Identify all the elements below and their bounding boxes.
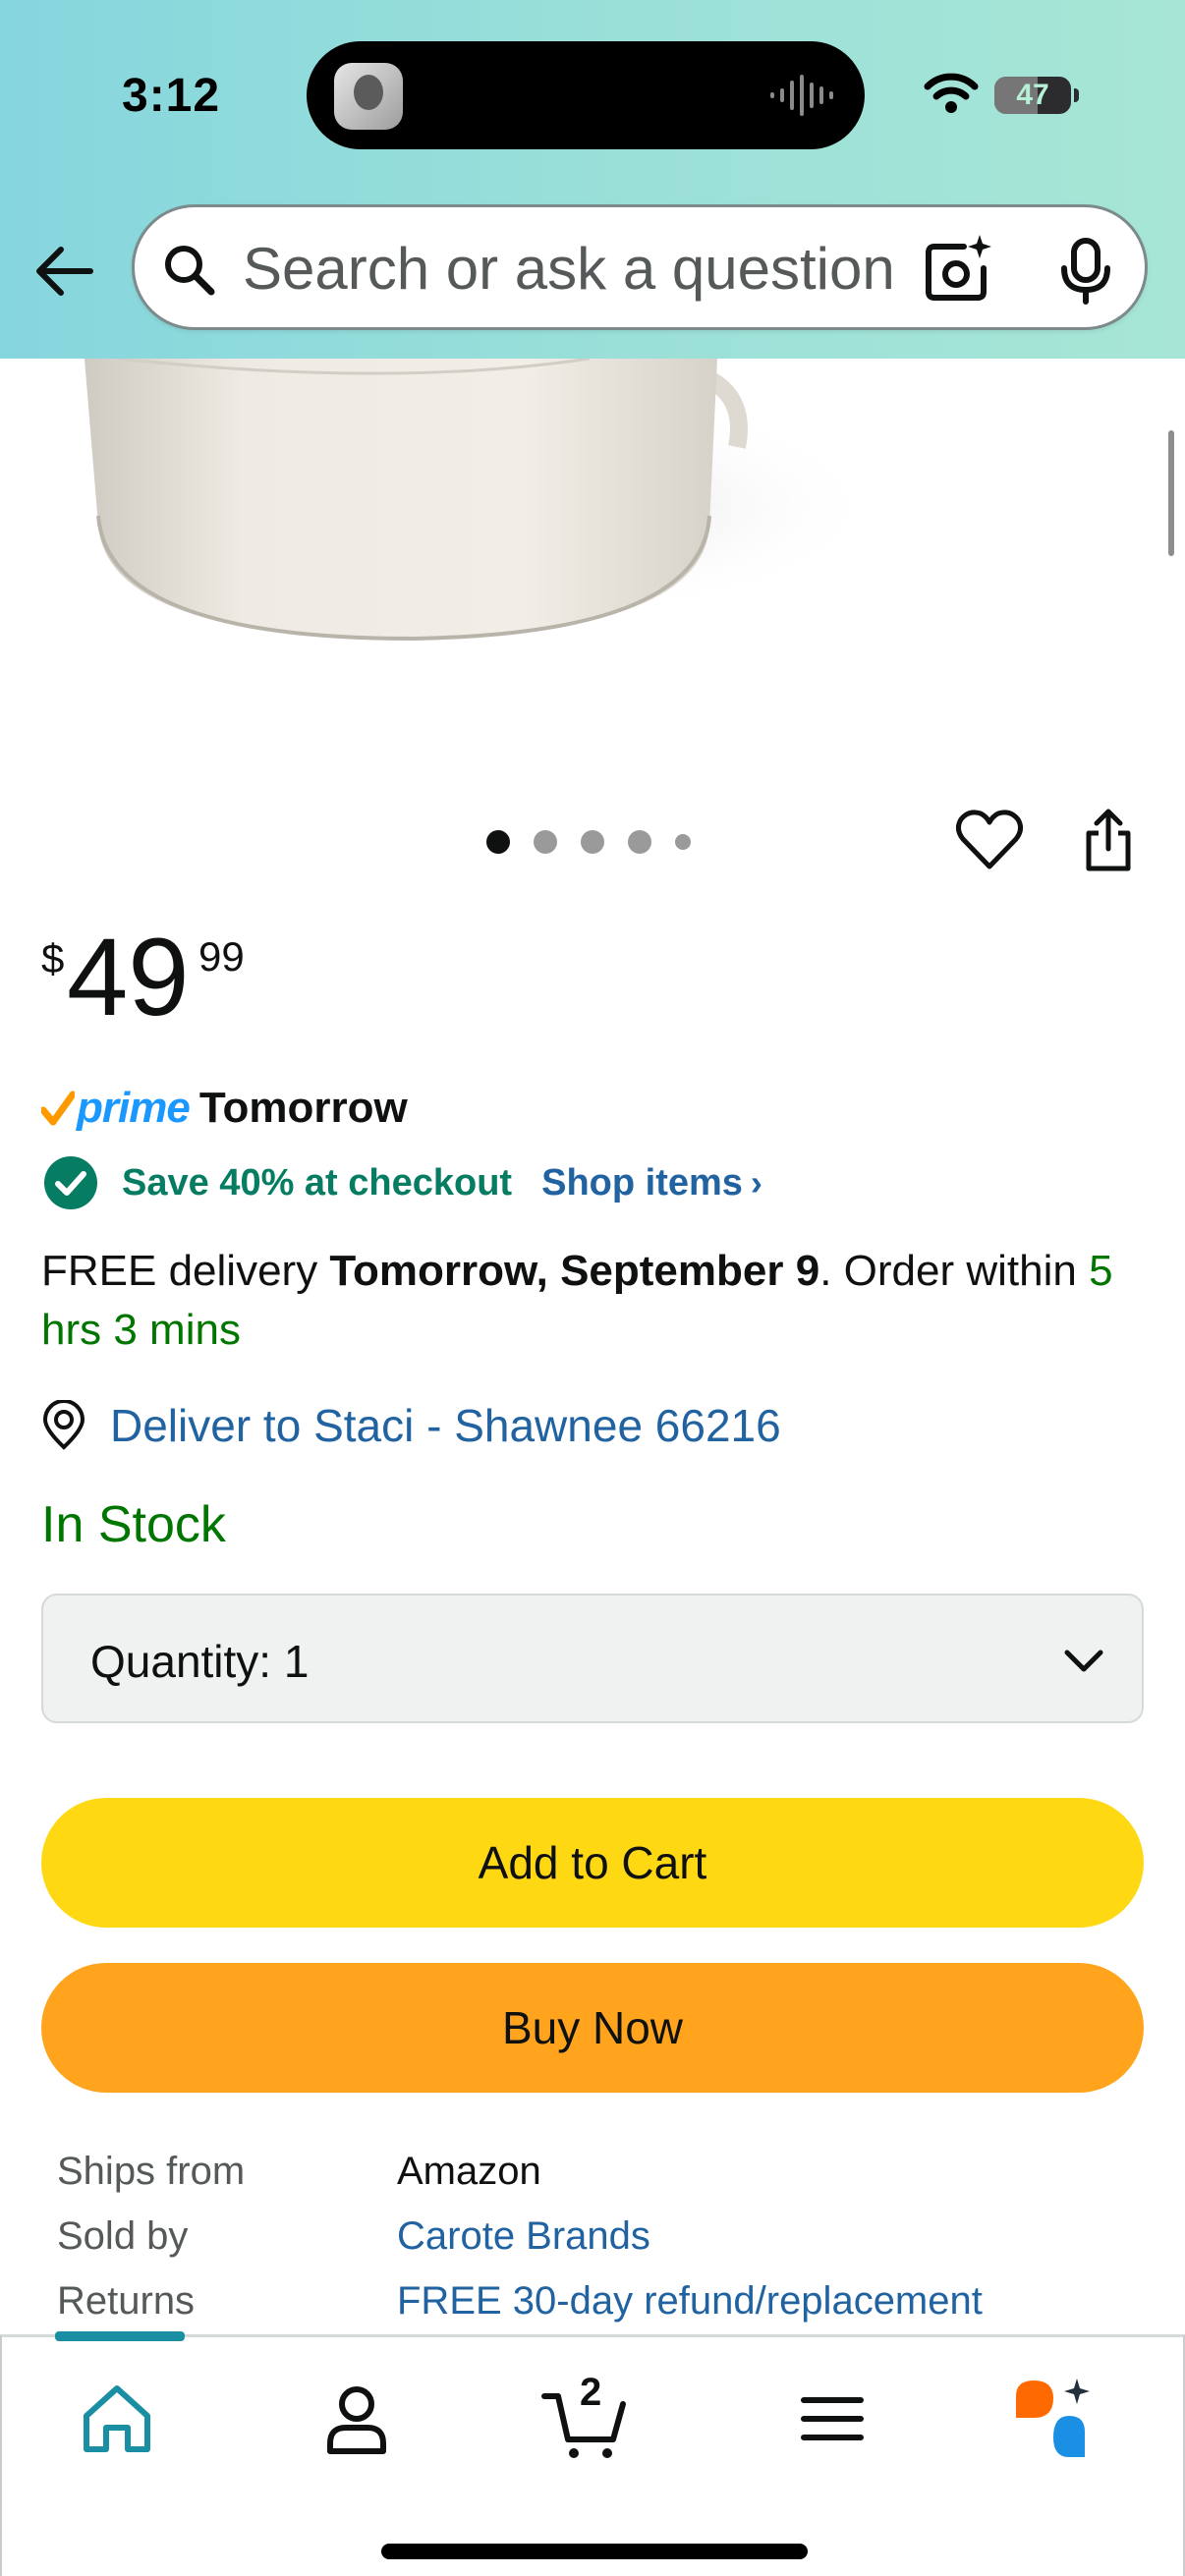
location-pin-icon (42, 1400, 85, 1450)
chevron-down-icon (1064, 1650, 1103, 1672)
share-icon[interactable] (1081, 808, 1136, 872)
deliver-to-link[interactable]: Deliver to Staci - Shawnee 66216 (41, 1393, 781, 1458)
scroll-indicator[interactable] (1168, 430, 1174, 556)
delivery-prefix: FREE delivery (41, 1247, 330, 1295)
pagination-dot[interactable] (534, 830, 557, 854)
camera-lens-icon[interactable] (921, 233, 995, 308)
profile-icon[interactable] (312, 2375, 401, 2463)
info-key: Sold by (57, 2214, 189, 2258)
heart-icon[interactable] (955, 808, 1024, 872)
dynamic-island[interactable] (307, 41, 865, 149)
pagination-dot[interactable] (628, 830, 651, 854)
quantity-value: Quantity: 1 (90, 1636, 310, 1687)
stock-status: In Stock (41, 1496, 226, 1553)
delivery-middle: . Order within (819, 1247, 1090, 1295)
cookware-pot-image (85, 359, 884, 642)
save-coupon-text: Save 40% at checkout (122, 1161, 513, 1204)
search-icon (165, 246, 215, 296)
shop-items-link[interactable]: Shop items (541, 1162, 743, 1204)
deliver-to-address[interactable]: Deliver to Staci - Shawnee 66216 (110, 1399, 781, 1452)
microphone-icon[interactable] (1054, 237, 1117, 306)
active-tab-indicator (55, 2331, 185, 2341)
info-value: Amazon (397, 2150, 541, 2193)
seller-link[interactable]: Carote Brands (397, 2214, 650, 2259)
pagination-dot[interactable] (581, 830, 604, 854)
pagination-dot[interactable] (675, 834, 691, 850)
app-header: 3:12 47 Search or ask a question (0, 0, 1185, 359)
price-whole: 49 (67, 916, 190, 1038)
search-bar[interactable]: Search or ask a question (132, 204, 1148, 330)
info-key: Returns (57, 2279, 196, 2323)
info-key: Ships from (57, 2150, 246, 2193)
rufus-ai-icon[interactable] (1014, 2375, 1102, 2463)
home-icon[interactable] (73, 2375, 161, 2463)
returns-link[interactable]: FREE 30-day refund/replacement (397, 2279, 983, 2324)
chevron-right-icon[interactable]: › (751, 1162, 762, 1204)
price-fraction: 99 (198, 933, 245, 980)
check-circle-icon (44, 1156, 97, 1209)
buy-now-button[interactable]: Buy Now (41, 1963, 1144, 2093)
island-avatar (334, 63, 403, 130)
prime-logo-text: prime (77, 1084, 191, 1132)
wifi-icon (924, 73, 979, 113)
delivery-date: Tomorrow, September 9 (329, 1247, 820, 1295)
cart-count-badge: 2 (580, 2371, 602, 2414)
menu-icon[interactable] (788, 2375, 876, 2463)
add-to-cart-button[interactable]: Add to Cart (41, 1798, 1144, 1928)
audio-wave-icon (770, 75, 833, 116)
coupon-row: Save 40% at checkout Shop items › (43, 1155, 762, 1210)
prime-delivery-day: Tomorrow (198, 1084, 408, 1132)
battery-indicator: 47 (994, 77, 1079, 114)
price-symbol: $ (41, 935, 65, 981)
image-pagination-dots[interactable] (486, 830, 714, 854)
back-arrow-icon[interactable] (29, 236, 100, 307)
product-image[interactable] (0, 359, 1185, 752)
quantity-dropdown[interactable]: Quantity: 1 (41, 1594, 1144, 1723)
cart-button[interactable]: 2 (540, 2371, 629, 2463)
home-indicator-bar[interactable] (381, 2544, 808, 2559)
prime-check-icon (41, 1091, 75, 1126)
pagination-dot[interactable] (486, 830, 510, 854)
prime-delivery-badge: prime Tomorrow (41, 1081, 408, 1136)
search-input[interactable]: Search or ask a question (243, 235, 931, 303)
bottom-navigation: 2 (0, 2331, 1185, 2576)
delivery-message: FREE delivery Tomorrow, September 9. Ord… (41, 1242, 1122, 1360)
status-time: 3:12 (122, 70, 221, 122)
